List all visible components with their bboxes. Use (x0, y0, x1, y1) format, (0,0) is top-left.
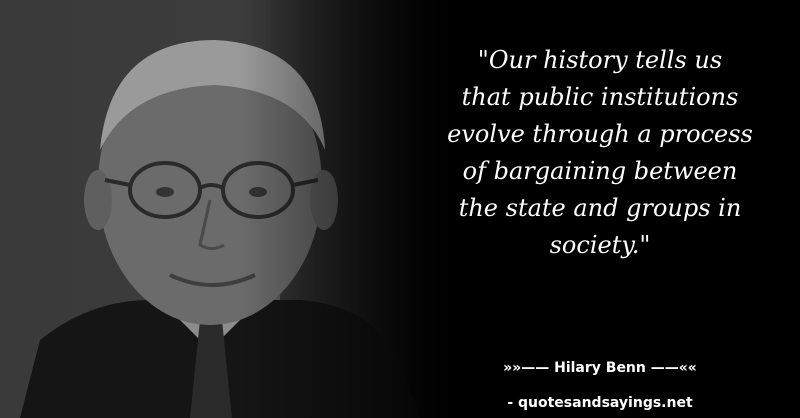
site-credit: - quotesandsayings.net (507, 395, 693, 411)
quote-text: "Our history tells us that public instit… (447, 46, 753, 259)
portrait-illustration (20, 40, 420, 418)
portrait-photo (0, 0, 460, 418)
author-attribution: »»—— Hilary Benn ——«« (503, 360, 697, 376)
quote-card: "Our history tells us that public instit… (0, 0, 800, 418)
